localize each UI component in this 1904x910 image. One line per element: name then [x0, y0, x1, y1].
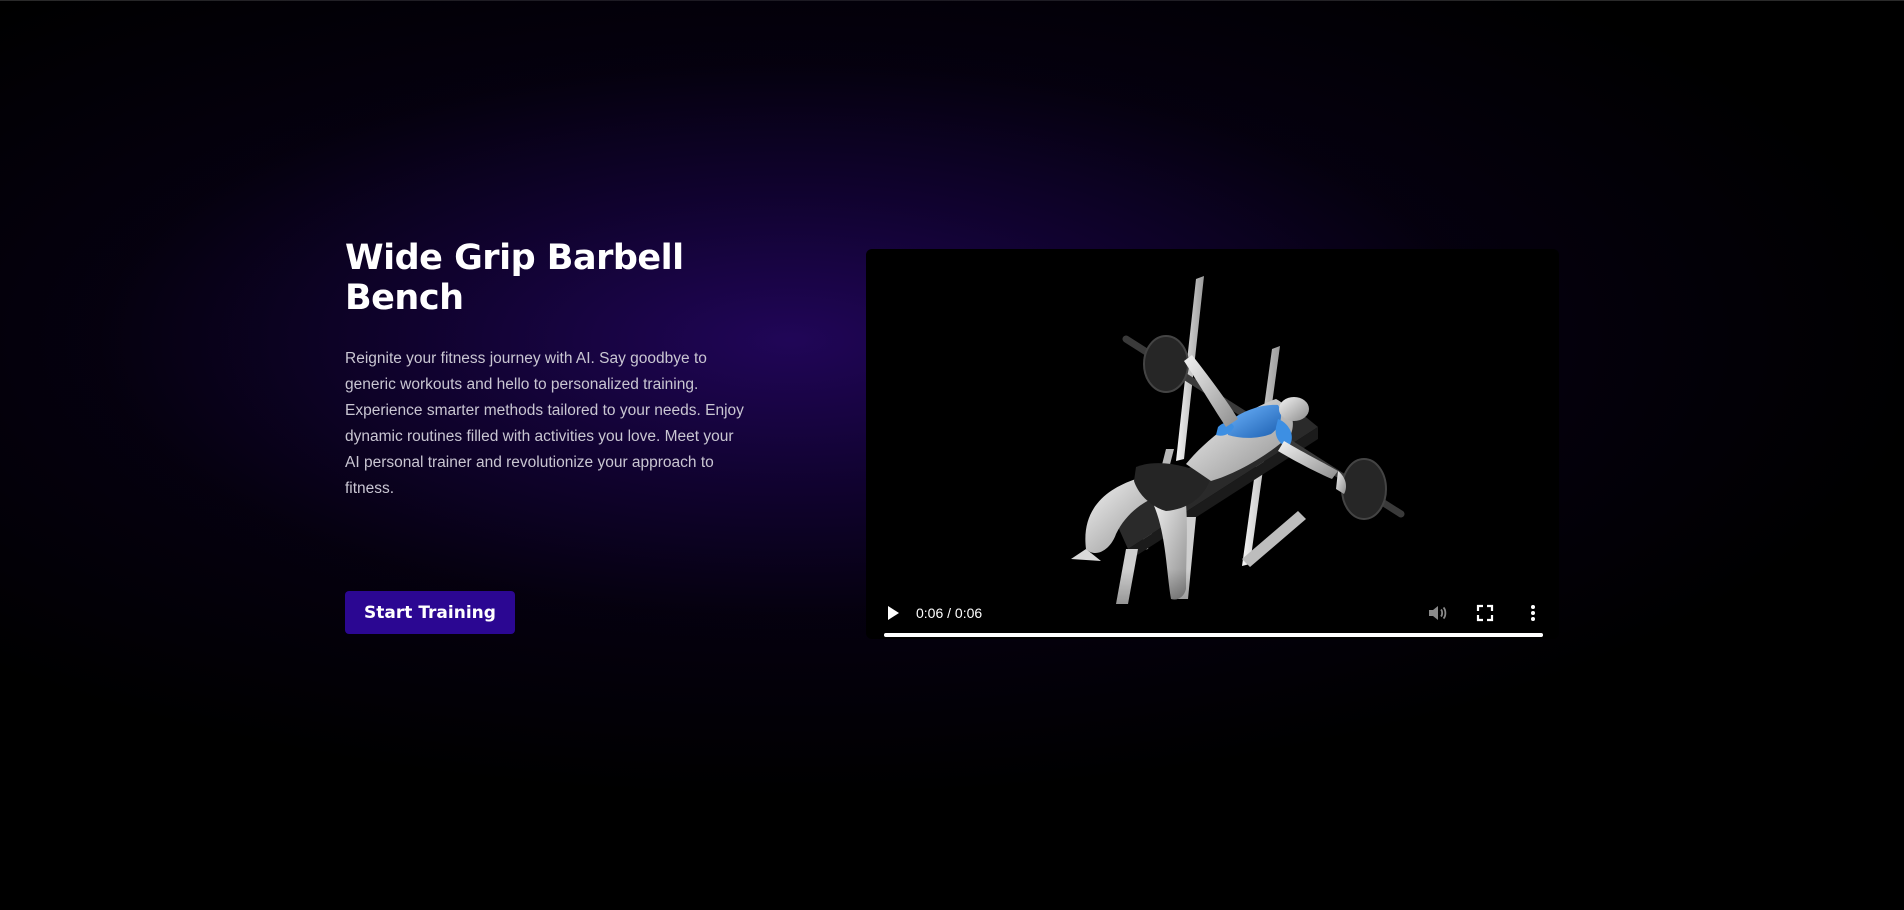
exercise-video-player[interactable]: 0:06 / 0:06	[866, 249, 1559, 639]
exercise-description: Reignite your fitness journey with AI. S…	[345, 350, 744, 497]
exercise-title: Wide Grip Barbell Bench	[345, 238, 684, 318]
video-progress-fill	[884, 633, 1543, 637]
volume-icon	[1429, 606, 1447, 620]
start-training-button[interactable]: Start Training	[345, 591, 515, 634]
hero-text: Wide Grip Barbell Bench Reignite your fi…	[345, 238, 745, 502]
more-options-button[interactable]	[1521, 601, 1545, 625]
more-vertical-icon	[1531, 605, 1535, 621]
video-progress-bar[interactable]	[884, 633, 1543, 637]
play-icon	[888, 606, 899, 620]
mute-button[interactable]	[1425, 601, 1449, 625]
fullscreen-icon	[1476, 604, 1494, 622]
video-time-display: 0:06 / 0:06	[916, 605, 983, 621]
video-controls: 0:06 / 0:06	[866, 569, 1559, 639]
play-button[interactable]	[880, 601, 904, 625]
fullscreen-button[interactable]	[1473, 601, 1497, 625]
